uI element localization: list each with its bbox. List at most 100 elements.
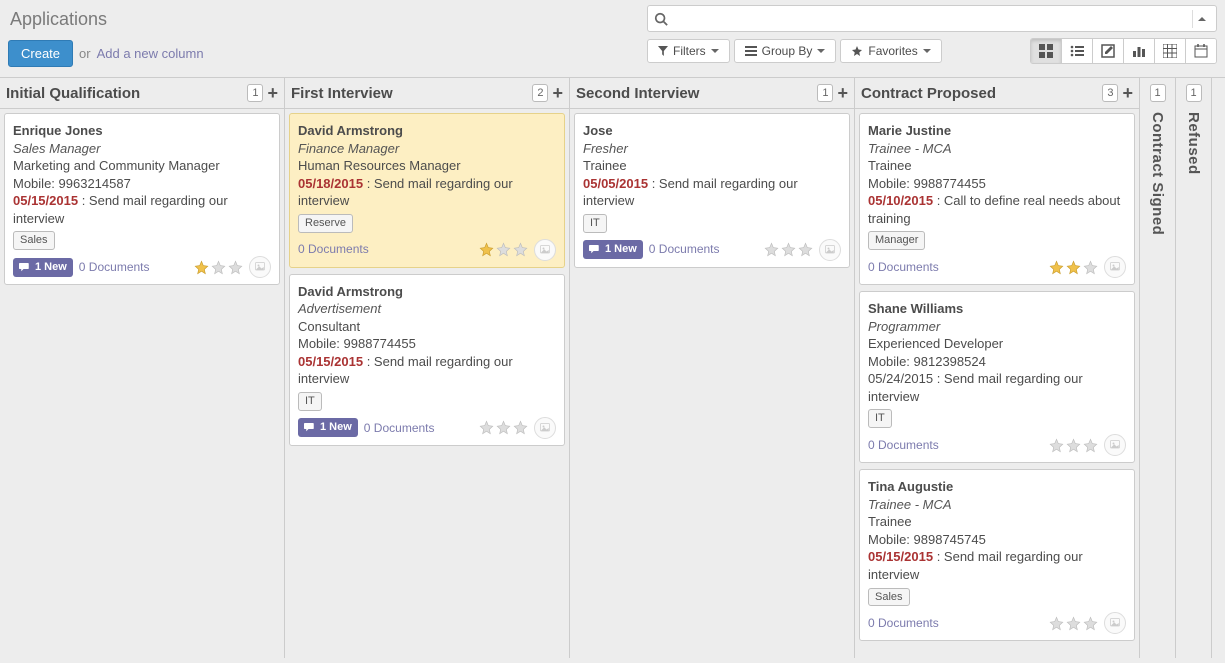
column-add[interactable]: + (1122, 86, 1133, 100)
pivot-view[interactable] (1155, 39, 1186, 63)
kanban-column: First Interview2 + David ArmstrongFinance … (285, 78, 570, 658)
calendar-view[interactable] (1186, 39, 1216, 63)
star-icon[interactable] (496, 242, 511, 257)
column-count: 3 (1102, 84, 1118, 102)
card-date: 05/24/2015 (868, 371, 933, 386)
graph-view[interactable] (1124, 39, 1155, 63)
search-box[interactable] (647, 5, 1217, 32)
documents-link[interactable]: 0 Documents (868, 259, 939, 275)
star-icon[interactable] (513, 242, 528, 257)
card-footer-left: 0 Documents (868, 615, 939, 631)
column-add[interactable]: + (552, 86, 563, 100)
card-footer: 1 New 0 Documents (298, 417, 556, 439)
card-role: Trainee (868, 513, 1126, 531)
create-button[interactable]: Create (8, 40, 73, 67)
card-tag: Sales (13, 231, 55, 250)
favorites-button[interactable]: Favorites (840, 39, 941, 63)
column-count: 1 (247, 84, 263, 102)
chat-icon (304, 422, 316, 433)
column-add[interactable]: + (267, 86, 278, 100)
card-activity: 05/05/2015 : Send mail regarding our int… (583, 175, 841, 210)
documents-link[interactable]: 0 Documents (868, 615, 939, 631)
new-badge[interactable]: 1 New (13, 258, 73, 277)
card-activity: 05/18/2015 : Send mail regarding our int… (298, 175, 556, 210)
card-name: Marie Justine (868, 122, 1126, 140)
kanban-column-folded[interactable]: 1Contract Signed (1140, 78, 1176, 658)
card-stars (479, 239, 556, 261)
chat-icon (589, 244, 601, 255)
kanban-card[interactable]: Marie JustineTrainee - MCATraineeMobile:… (859, 113, 1135, 285)
card-mobile: Mobile: 9963214587 (13, 175, 271, 193)
card-mobile: Mobile: 9812398524 (868, 353, 1126, 371)
form-view[interactable] (1093, 39, 1124, 63)
card-activity: 05/10/2015 : Call to define real needs a… (868, 192, 1126, 227)
avatar-placeholder (534, 417, 556, 439)
documents-link[interactable]: 0 Documents (79, 259, 150, 275)
column-add[interactable]: + (837, 86, 848, 100)
card-role: Trainee (868, 157, 1126, 175)
card-subtitle: Advertisement (298, 300, 556, 318)
card-footer: 0 Documents (868, 434, 1126, 456)
star-icon[interactable] (1049, 260, 1064, 275)
kanban-card[interactable]: David ArmstrongAdvertisementConsultantMo… (289, 274, 565, 446)
kanban-card[interactable]: David ArmstrongFinance ManagerHuman Reso… (289, 113, 565, 268)
star-icon[interactable] (211, 260, 226, 275)
documents-link[interactable]: 0 Documents (649, 241, 720, 257)
documents-link[interactable]: 0 Documents (298, 241, 369, 257)
kanban-card[interactable]: Tina AugustieTrainee - MCATraineeMobile:… (859, 469, 1135, 641)
star-icon[interactable] (781, 242, 796, 257)
card-stars (764, 239, 841, 261)
star-icon[interactable] (1049, 616, 1064, 631)
new-badge[interactable]: 1 New (583, 240, 643, 259)
groupby-button[interactable]: Group By (734, 39, 837, 63)
list-view[interactable] (1062, 39, 1093, 63)
star-icon[interactable] (513, 420, 528, 435)
column-title: First Interview (291, 85, 532, 102)
star-icon[interactable] (479, 242, 494, 257)
card-name: Jose (583, 122, 841, 140)
card-footer: 0 Documents (298, 239, 556, 261)
kanban-card[interactable]: JoseFresherTrainee05/05/2015 : Send mail… (574, 113, 850, 268)
avatar-placeholder (1104, 434, 1126, 456)
card-mobile: Mobile: 9988774455 (298, 335, 556, 353)
add-column-link[interactable]: Add a new column (97, 46, 204, 61)
kanban-column-folded[interactable]: 1Refused (1176, 78, 1212, 658)
header: Applications Create or Add a new column … (0, 0, 1225, 77)
column-header[interactable]: Second Interview1+ (570, 78, 854, 109)
kanban-view[interactable] (1031, 39, 1062, 63)
star-icon[interactable] (1066, 438, 1081, 453)
column-body: Enrique JonesSales ManagerMarketing and … (0, 109, 284, 658)
star-icon[interactable] (1083, 260, 1098, 275)
column-count: 2 (532, 84, 548, 102)
card-subtitle: Finance Manager (298, 140, 556, 158)
documents-link[interactable]: 0 Documents (868, 437, 939, 453)
star-icon[interactable] (194, 260, 209, 275)
column-body: Marie JustineTrainee - MCATraineeMobile:… (855, 109, 1139, 658)
column-header[interactable]: Contract Proposed3 + (855, 78, 1139, 109)
new-badge[interactable]: 1 New (298, 418, 358, 437)
star-icon[interactable] (1066, 616, 1081, 631)
star-icon[interactable] (798, 242, 813, 257)
star-icon[interactable] (764, 242, 779, 257)
page-title: Applications (8, 5, 647, 32)
star-icon[interactable] (1083, 616, 1098, 631)
star-icon[interactable] (496, 420, 511, 435)
column-count: 1 (1150, 84, 1166, 102)
card-subtitle: Fresher (583, 140, 841, 158)
column-title: Contract Proposed (861, 85, 1102, 102)
card-tag: Sales (868, 588, 910, 607)
search-input[interactable] (668, 9, 1192, 28)
documents-link[interactable]: 0 Documents (364, 420, 435, 436)
card-footer: 1 New 0 Documents (583, 239, 841, 261)
kanban-card[interactable]: Enrique JonesSales ManagerMarketing and … (4, 113, 280, 285)
filters-button[interactable]: Filters (647, 39, 730, 63)
star-icon[interactable] (479, 420, 494, 435)
kanban-card[interactable]: Shane WilliamsProgrammerExperienced Deve… (859, 291, 1135, 463)
star-icon[interactable] (1049, 438, 1064, 453)
star-icon[interactable] (228, 260, 243, 275)
search-expand[interactable] (1192, 10, 1210, 28)
star-icon[interactable] (1083, 438, 1098, 453)
column-header[interactable]: First Interview2 + (285, 78, 569, 109)
column-header[interactable]: Initial Qualification1+ (0, 78, 284, 109)
star-icon[interactable] (1066, 260, 1081, 275)
